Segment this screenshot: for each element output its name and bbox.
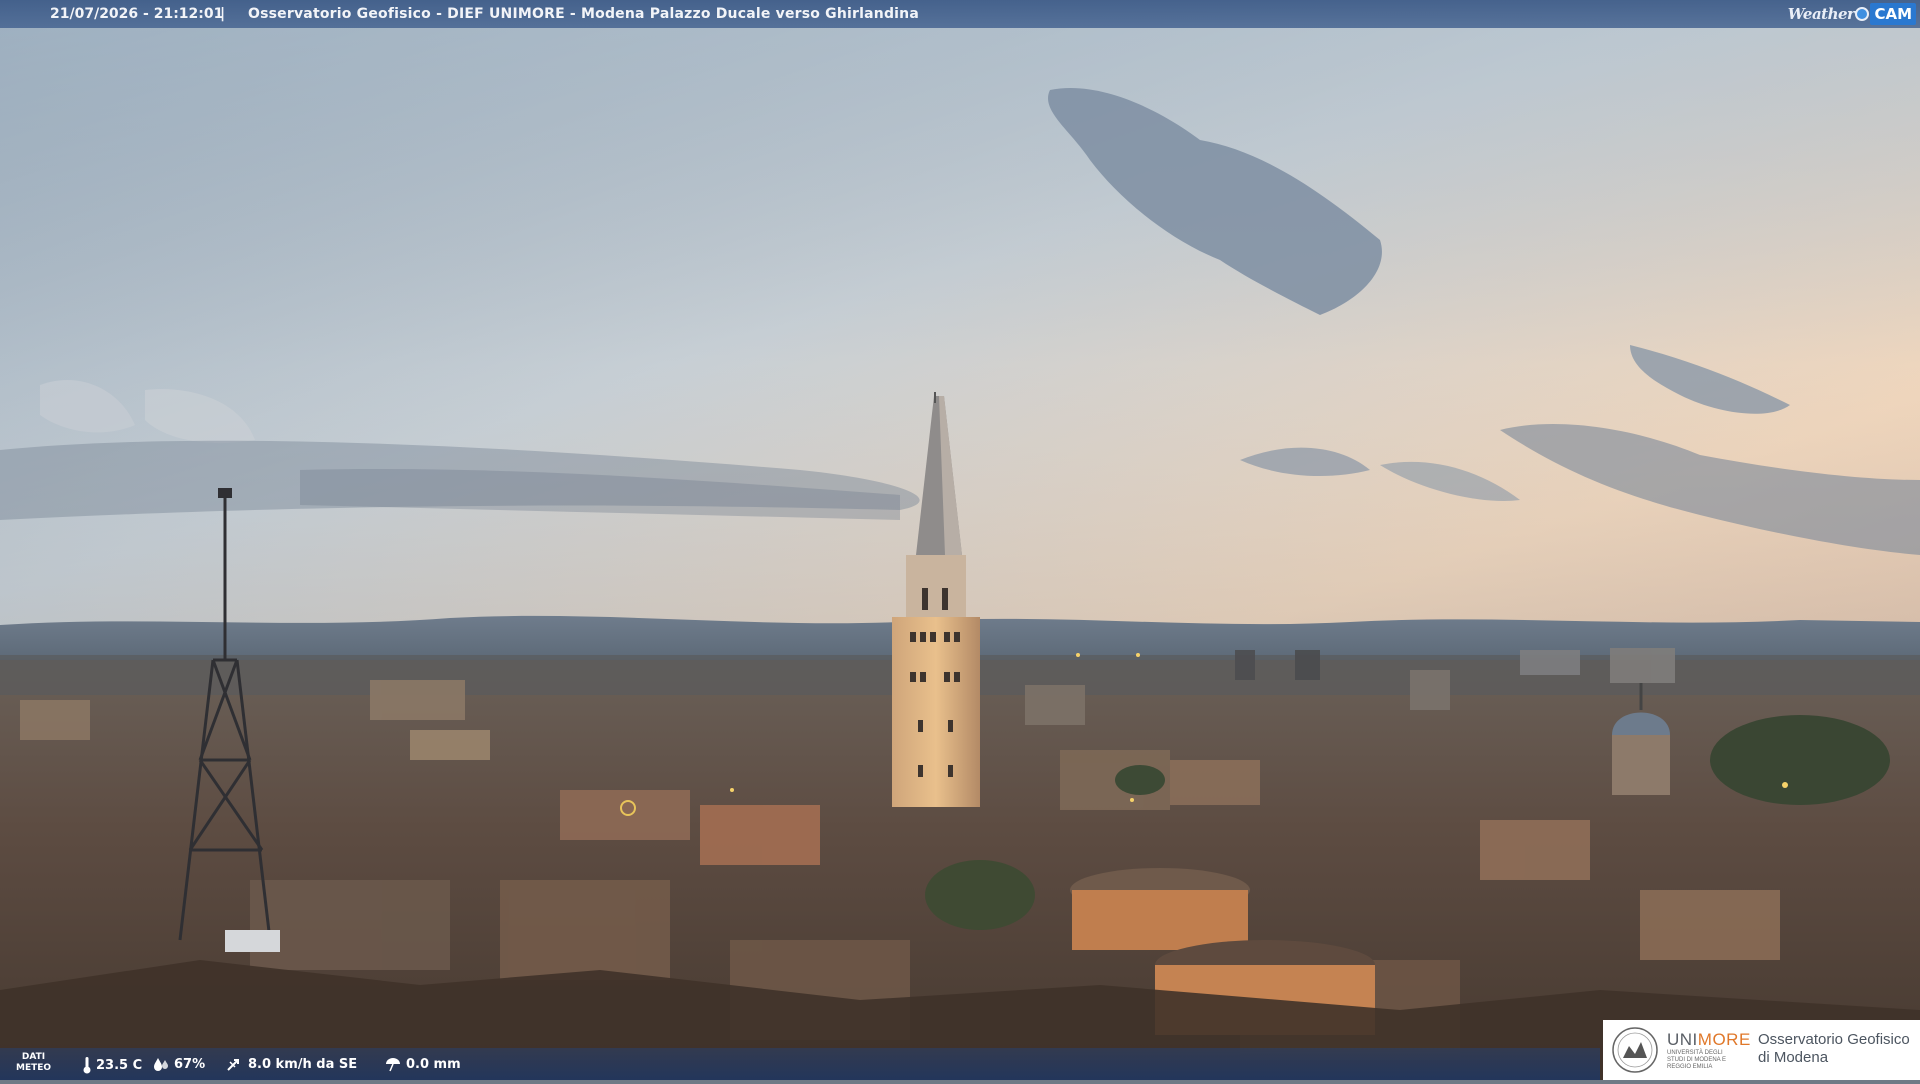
city-skyline-photo [0,0,1920,1080]
unimore-logo-box: UNIMORE UNIVERSITÀ DEGLI STUDI DI MODENA… [1603,1020,1920,1080]
unimore-seal-icon [1612,1027,1658,1073]
rain-reading: 0.0 mm [384,1056,461,1072]
unimore-wordmark-uni: UNI [1667,1030,1698,1049]
temperature-value: 23.5 C [96,1057,143,1073]
weather-data-bar: DATI METEO 23.5 C 67% 8.0 km/h da SE 0.0… [0,1048,1600,1080]
weather-label-line1: DATI [21,1052,46,1062]
humidity-value: 67% [174,1056,206,1072]
rain-value: 0.0 mm [406,1056,461,1072]
unimore-wordmark-more: MORE [1697,1030,1751,1049]
observatory-name-line1: Osservatorio Geofisico [1758,1031,1910,1048]
temperature-reading: 23.5 C [82,1056,142,1074]
webcam-image [0,0,1920,1080]
weathercam-logo-dot-icon [1855,7,1870,21]
weathercam-logo: Weather CAM [1788,2,1916,26]
timestamp: 21/07/2026 - 21:12:01 [50,6,224,22]
wind-direction-icon [227,1059,239,1071]
weather-label-line2: METEO [16,1063,52,1073]
weather-data-label: DATI METEO [16,1052,51,1074]
humidity-drops-icon [154,1058,168,1071]
humidity-reading: 67% [152,1056,205,1072]
weathercam-logo-cam: CAM [1870,3,1916,25]
unimore-wordmark: UNIMORE [1667,1030,1751,1050]
wind-reading: 8.0 km/h da SE [226,1056,357,1072]
observatory-name-line2: di Modena [1758,1049,1829,1066]
webcam-header-bar: 21/07/2026 - 21:12:01 | Osservatorio Geo… [0,0,1920,28]
observatory-name: Osservatorio Geofisico di Modena [1758,1031,1910,1067]
rain-umbrella-icon [386,1058,400,1072]
webcam-title: Osservatorio Geofisico - DIEF UNIMORE - … [248,6,919,22]
weathercam-logo-weather: Weather [1787,5,1855,23]
thermometer-icon [83,1057,91,1074]
wind-value: 8.0 km/h da SE [248,1056,358,1072]
header-separator: | [220,6,226,22]
unimore-subtitle: UNIVERSITÀ DEGLI STUDI DI MODENA E REGGI… [1667,1050,1727,1070]
